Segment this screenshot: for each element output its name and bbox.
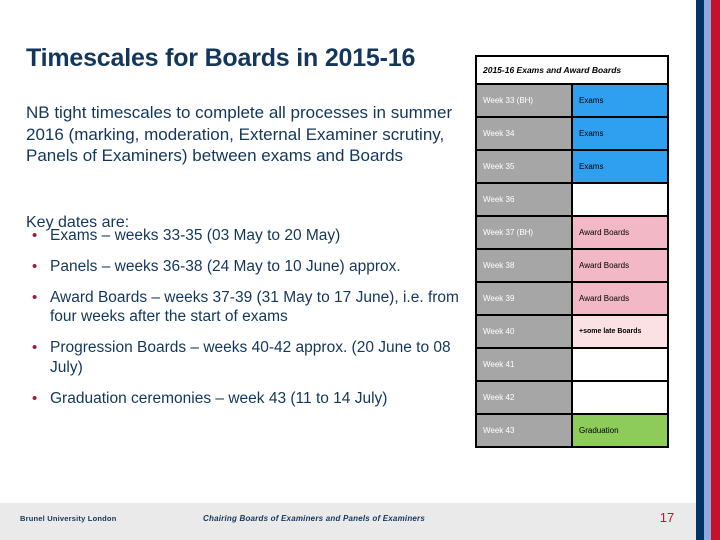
table-row: Week 35 Exams: [475, 149, 669, 184]
week-activity-cell: Award Boards: [571, 248, 669, 283]
week-activity-cell: [571, 347, 669, 382]
week-label-cell: Week 37 (BH): [475, 215, 573, 250]
footer-deck-title: Chairing Boards of Examiners and Panels …: [203, 514, 426, 523]
week-label-cell: Week 42: [475, 380, 573, 415]
table-row: Week 39 Award Boards: [475, 281, 669, 316]
list-item: • Award Boards – weeks 37-39 (31 May to 1…: [26, 288, 474, 328]
table-header-cell: 2015-16 Exams and Award Boards: [475, 55, 669, 85]
week-activity-cell: Award Boards: [571, 215, 669, 250]
note-paragraph: NB tight timescales to complete all proc…: [26, 103, 453, 166]
list-item: • Panels – weeks 36-38 (24 May to 10 June…: [26, 257, 474, 277]
weeks-schedule-table: 2015-16 Exams and Award Boards Week 33 (B…: [475, 55, 669, 448]
table-row: Week 36: [475, 182, 669, 217]
week-activity-cell: Exams: [571, 149, 669, 184]
table-row: Week 43 Graduation: [475, 413, 669, 448]
footer-organisation: Brunel University London: [20, 514, 117, 523]
page-title: Timescales for Boards in 2015-16: [26, 43, 416, 72]
list-item: • Exams – weeks 33-35 (03 May to 20 May): [26, 226, 474, 246]
week-activity-cell: [571, 380, 669, 415]
bullet-dot-icon: •: [32, 389, 38, 407]
list-item-label: Progression Boards – weeks 40-42 approx.…: [50, 339, 451, 377]
list-item-label: Exams – weeks 33-35 (03 May to 20 May): [50, 227, 341, 244]
week-label-cell: Week 40: [475, 314, 573, 349]
week-activity-cell: Exams: [571, 83, 669, 118]
weeks-schedule-body: 2015-16 Exams and Award Boards Week 33 (B…: [475, 55, 669, 448]
week-activity-cell: Graduation: [571, 413, 669, 448]
edge-bar-navy: [696, 0, 704, 540]
table-row: Week 41: [475, 347, 669, 382]
table-row: Week 40 +some late Boards: [475, 314, 669, 349]
list-item-label: Panels – weeks 36-38 (24 May to 10 June)…: [50, 257, 401, 275]
week-label-cell: Week 36: [475, 182, 573, 217]
edge-bar-light-blue: [704, 0, 711, 540]
bullet-dot-icon: •: [32, 339, 38, 357]
edge-accent-bars: [696, 0, 720, 540]
list-item: • Progression Boards – weeks 40-42 approx…: [26, 338, 474, 378]
week-label-cell: Week 35: [475, 149, 573, 184]
table-row: Week 38 Award Boards: [475, 248, 669, 283]
week-activity-cell: [571, 182, 669, 217]
week-label-cell: Week 41: [475, 347, 573, 382]
list-item-label: Award Boards – weeks 37-39 (31 May to 17…: [50, 288, 459, 326]
list-item-label: Graduation ceremonies – week 43 (11 to 1…: [50, 389, 388, 407]
week-activity-cell: Exams: [571, 116, 669, 151]
edge-bar-red: [711, 0, 720, 540]
bullet-dot-icon: •: [32, 288, 38, 306]
week-label-cell: Week 33 (BH): [475, 83, 573, 118]
table-row: Week 42: [475, 380, 669, 415]
table-row: Week 34 Exams: [475, 116, 669, 151]
bullet-dot-icon: •: [32, 227, 38, 244]
week-label-cell: Week 39: [475, 281, 573, 316]
key-dates-list: • Exams – weeks 33-35 (03 May to 20 May) •…: [26, 226, 474, 420]
footer-page-number: 17: [659, 510, 675, 525]
week-label-cell: Week 43: [475, 413, 573, 448]
table-row: Week 33 (BH) Exams: [475, 83, 669, 118]
table-header-row: 2015-16 Exams and Award Boards: [475, 55, 669, 85]
bullet-dot-icon: •: [32, 257, 38, 275]
week-activity-cell: +some late Boards: [571, 314, 669, 349]
week-activity-cell: Award Boards: [571, 281, 669, 316]
week-label-cell: Week 38: [475, 248, 573, 283]
table-row: Week 37 (BH) Award Boards: [475, 215, 669, 250]
list-item: • Graduation ceremonies – week 43 (11 to …: [26, 389, 474, 409]
slide-canvas: Timescales for Boards in 2015-16 NB tigh…: [0, 0, 720, 540]
week-label-cell: Week 34: [475, 116, 573, 151]
